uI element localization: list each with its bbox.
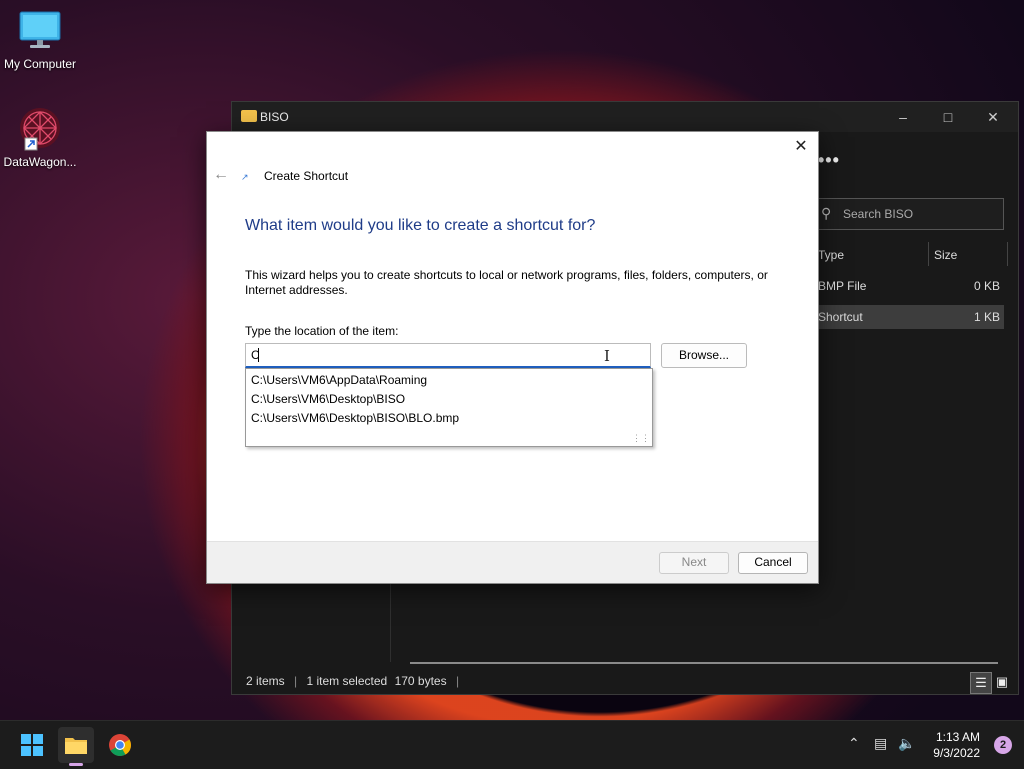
status-bytes: 170 bytes (394, 674, 447, 688)
notification-badge[interactable]: 2 (994, 736, 1012, 754)
explorer-search-box[interactable]: ⚲ Search BISO (812, 198, 1004, 230)
autocomplete-item[interactable]: C:\Users\VM6\AppData\Roaming (251, 371, 427, 389)
windows-logo-icon (21, 734, 43, 756)
file-type: BMP File (818, 279, 867, 293)
horizontal-scrollbar[interactable] (410, 662, 998, 664)
clock-date: 9/3/2022 (933, 746, 980, 760)
system-clock[interactable]: 1:13 AM 9/3/2022 (933, 729, 980, 761)
monitor-icon (19, 11, 61, 48)
clock-time: 1:13 AM (935, 730, 980, 744)
network-icon[interactable]: ▤ (874, 735, 887, 752)
dialog-heading: What item would you like to create a sho… (245, 217, 596, 234)
navigation-pane-divider (390, 582, 391, 662)
ibeam-cursor-icon: I (604, 347, 610, 365)
taskbar: ⌃ ▤ 🔈 1:13 AM 9/3/2022 2 (0, 720, 1024, 769)
status-selected: 1 item selected (306, 674, 388, 688)
start-button[interactable] (14, 727, 50, 763)
file-size: 0 KB (973, 279, 1000, 293)
back-arrow-icon[interactable]: ← (213, 166, 229, 184)
autocomplete-item[interactable]: C:\Users\VM6\Desktop\BISO\BLO.bmp (251, 409, 459, 427)
desktop-icon-label: My Computer (3, 57, 77, 71)
dialog-title: Create Shortcut (264, 169, 349, 183)
file-size: 1 KB (973, 310, 1000, 324)
details-view-icon[interactable]: ☰ (970, 672, 992, 694)
column-divider[interactable] (928, 242, 929, 266)
autocomplete-dropdown: C:\Users\VM6\AppData\Roaming C:\Users\VM… (245, 368, 653, 447)
resize-grip-icon[interactable]: ⋮⋮ (632, 433, 650, 444)
next-button[interactable]: Next (659, 552, 729, 574)
file-type: Shortcut (818, 310, 863, 324)
text-caret (258, 348, 259, 362)
column-header-type[interactable]: Type (818, 248, 844, 262)
shortcut-arrow-icon: ↗ (241, 172, 249, 182)
file-row[interactable]: BMP File 0 KB (812, 274, 1004, 298)
status-item-count: 2 items (246, 674, 285, 688)
dialog-footer: Next Cancel (207, 541, 818, 583)
chrome-icon (109, 734, 131, 756)
taskbar-file-explorer[interactable] (58, 727, 94, 766)
column-header-size[interactable]: Size (934, 248, 957, 262)
browse-button[interactable]: Browse... (661, 343, 747, 368)
dialog-description: This wizard helps you to create shortcut… (245, 268, 768, 297)
create-shortcut-dialog: ✕ ← ↗ Create Shortcut What item would yo… (206, 131, 819, 584)
minimize-icon[interactable]: – (880, 102, 926, 132)
explorer-window-title: BISO (260, 110, 289, 124)
search-icon: ⚲ (821, 205, 832, 221)
volume-icon[interactable]: 🔈 (898, 735, 915, 752)
chevron-up-icon[interactable]: ⌃ (848, 735, 860, 752)
search-placeholder: Search BISO (843, 207, 914, 221)
more-options-icon[interactable]: ••• (818, 150, 840, 171)
explorer-title-bar: BISO – □ ✕ (232, 102, 1018, 132)
desktop-icon-datawagon[interactable]: DataWagon... (0, 104, 80, 169)
folder-icon (241, 110, 257, 122)
active-app-indicator (69, 763, 83, 766)
autocomplete-item[interactable]: C:\Users\VM6\Desktop\BISO (251, 390, 405, 408)
maximize-icon[interactable]: □ (925, 102, 971, 132)
taskbar-chrome[interactable] (102, 727, 138, 763)
datawagon-shortcut-icon (20, 108, 60, 151)
folder-icon (65, 738, 87, 754)
status-bar: 2 items | 1 item selected 170 bytes | (246, 674, 460, 688)
location-input[interactable]: C I (245, 343, 651, 368)
close-icon[interactable]: ✕ (790, 136, 812, 158)
cancel-button[interactable]: Cancel (738, 552, 808, 574)
large-icons-view-icon[interactable]: ▣ (992, 672, 1012, 692)
desktop-icon-my-computer[interactable]: My Computer (0, 10, 80, 71)
file-row-selected[interactable]: Shortcut 1 KB (812, 305, 1004, 329)
column-divider[interactable] (1007, 242, 1008, 266)
desktop-icon-label: DataWagon... (3, 155, 77, 169)
close-icon[interactable]: ✕ (970, 102, 1016, 132)
location-label: Type the location of the item: (245, 324, 399, 338)
